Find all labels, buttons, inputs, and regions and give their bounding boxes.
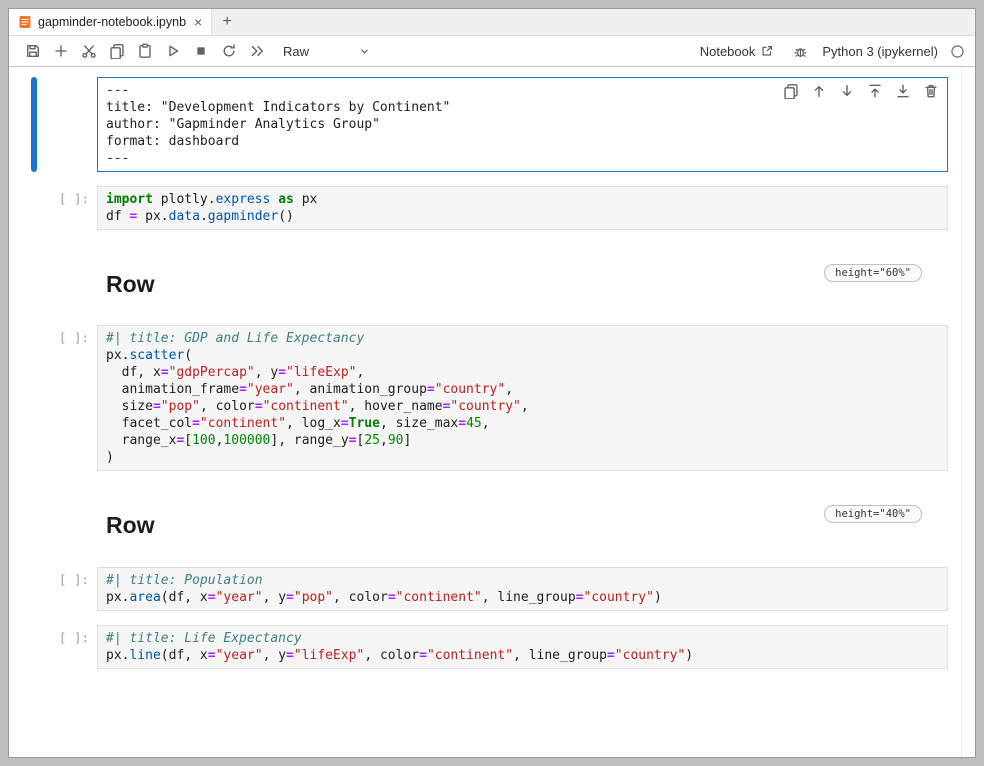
kernel-status-indicator-icon — [950, 44, 965, 59]
chevron-down-icon — [358, 45, 371, 58]
notebook-tab[interactable]: gapminder-notebook.ipynb × — [9, 9, 212, 35]
cell-type-value: Raw — [283, 44, 309, 59]
code-cell[interactable]: [ ]:#| title: GDP and Life Expectancypx.… — [31, 325, 948, 471]
raw-cell-editor[interactable]: --- title: "Development Indicators by Con… — [97, 77, 948, 172]
restart-icon — [221, 43, 237, 59]
code-cell-editor[interactable]: #| title: Life Expectancypx.line(df, x="… — [97, 625, 948, 669]
execution-prompt: [ ]: — [37, 325, 97, 471]
tab-bar: gapminder-notebook.ipynb × + — [9, 9, 975, 36]
markdown-heading: Row — [106, 513, 824, 538]
execution-prompt: [ ]: — [37, 625, 97, 669]
code-line: size="pop", color="continent", hover_nam… — [106, 398, 939, 415]
code-line: title: "Development Indicators by Contin… — [106, 99, 939, 116]
execution-prompt — [37, 485, 97, 552]
copy-button[interactable] — [103, 38, 131, 64]
code-cell-editor[interactable]: #| title: GDP and Life Expectancypx.scat… — [97, 325, 948, 471]
move-up-icon — [811, 83, 827, 99]
markdown-rendered: Row — [97, 244, 824, 311]
markdown-cell[interactable]: Rowheight="60%" — [31, 244, 948, 311]
new-tab-button[interactable]: + — [212, 9, 242, 35]
tab-close-icon[interactable]: × — [194, 15, 202, 29]
code-line: #| title: Population — [106, 572, 939, 589]
run-all-icon — [249, 43, 265, 59]
interrupt-button[interactable] — [187, 38, 215, 64]
interrupt-icon — [193, 43, 209, 59]
notebook-icon — [18, 15, 32, 29]
run-button[interactable] — [159, 38, 187, 64]
code-line: import plotly.express as px — [106, 191, 939, 208]
move-down-cell-button[interactable] — [839, 83, 855, 99]
code-line: ) — [106, 449, 939, 466]
insert-icon — [53, 43, 69, 59]
execution-prompt: [ ]: — [37, 186, 97, 230]
cell-toolbar — [783, 83, 939, 99]
delete-icon — [923, 83, 939, 99]
height-attribute-badge: height="40%" — [824, 505, 922, 523]
kernel-name-button[interactable]: Python 3 (ipykernel) — [822, 44, 938, 59]
code-line: author: "Gapminder Analytics Group" — [106, 116, 939, 133]
delete-cell-button[interactable] — [923, 83, 939, 99]
duplicate-cell-button[interactable] — [783, 83, 799, 99]
insert-below-icon — [895, 83, 911, 99]
save-button[interactable] — [19, 38, 47, 64]
run-icon — [165, 43, 181, 59]
markdown-cell[interactable]: Rowheight="40%" — [31, 485, 948, 552]
execution-prompt: [ ]: — [37, 567, 97, 611]
move-down-icon — [839, 83, 855, 99]
notebook-content: --- title: "Development Indicators by Con… — [9, 67, 975, 757]
code-line: facet_col="continent", log_x=True, size_… — [106, 415, 939, 432]
code-line: px.scatter( — [106, 347, 939, 364]
run-all-button[interactable] — [243, 38, 271, 64]
cell-type-dropdown[interactable]: Raw — [279, 42, 375, 61]
copy-icon — [109, 43, 125, 59]
code-line: range_x=[100,100000], range_y=[25,90] — [106, 432, 939, 449]
vertical-scrollbar[interactable] — [961, 67, 975, 757]
insert-button[interactable] — [47, 38, 75, 64]
code-cell-editor[interactable]: #| title: Populationpx.area(df, x="year"… — [97, 567, 948, 611]
code-line: px.line(df, x="year", y="lifeExp", color… — [106, 647, 939, 664]
save-icon — [25, 43, 41, 59]
execution-prompt — [37, 244, 97, 311]
height-attribute-badge: height="60%" — [824, 264, 922, 282]
code-line: df, x="gdpPercap", y="lifeExp", — [106, 364, 939, 381]
execution-prompt — [37, 77, 97, 172]
code-cell-editor[interactable]: import plotly.express as pxdf = px.data.… — [97, 186, 948, 230]
cut-icon — [81, 43, 97, 59]
jupyterlab-window: gapminder-notebook.ipynb × + Raw Noteboo… — [8, 8, 976, 758]
insert-below-cell-button[interactable] — [895, 83, 911, 99]
notebook-view-label: Notebook — [700, 44, 756, 59]
markdown-heading: Row — [106, 272, 824, 297]
toolbar-button-group — [19, 38, 271, 64]
external-link-icon — [760, 44, 774, 58]
notebook-view-button[interactable]: Notebook — [700, 44, 775, 59]
insert-above-cell-button[interactable] — [867, 83, 883, 99]
paste-icon — [137, 43, 153, 59]
code-line: animation_frame="year", animation_group=… — [106, 381, 939, 398]
move-up-cell-button[interactable] — [811, 83, 827, 99]
duplicate-icon — [783, 83, 799, 99]
notebook-toolbar: Raw Notebook Python — [9, 36, 975, 67]
code-line: #| title: Life Expectancy — [106, 630, 939, 647]
insert-above-icon — [867, 83, 883, 99]
code-line: px.area(df, x="year", y="pop", color="co… — [106, 589, 939, 606]
code-line: df = px.data.gapminder() — [106, 208, 939, 225]
raw-cell[interactable]: --- title: "Development Indicators by Con… — [31, 77, 948, 172]
code-line: format: dashboard — [106, 133, 939, 150]
code-line: #| title: GDP and Life Expectancy — [106, 330, 939, 347]
code-line: --- — [106, 150, 939, 167]
desktop-background: gapminder-notebook.ipynb × + Raw Noteboo… — [0, 0, 984, 766]
restart-button[interactable] — [215, 38, 243, 64]
debugger-button[interactable] — [786, 38, 814, 64]
debugger-icon — [793, 44, 808, 59]
paste-button[interactable] — [131, 38, 159, 64]
cut-button[interactable] — [75, 38, 103, 64]
code-cell[interactable]: [ ]:import plotly.express as pxdf = px.d… — [31, 186, 948, 230]
code-cell[interactable]: [ ]:#| title: Populationpx.area(df, x="y… — [31, 567, 948, 611]
code-cell[interactable]: [ ]:#| title: Life Expectancypx.line(df,… — [31, 625, 948, 669]
markdown-rendered: Row — [97, 485, 824, 552]
tab-title: gapminder-notebook.ipynb — [38, 15, 186, 29]
